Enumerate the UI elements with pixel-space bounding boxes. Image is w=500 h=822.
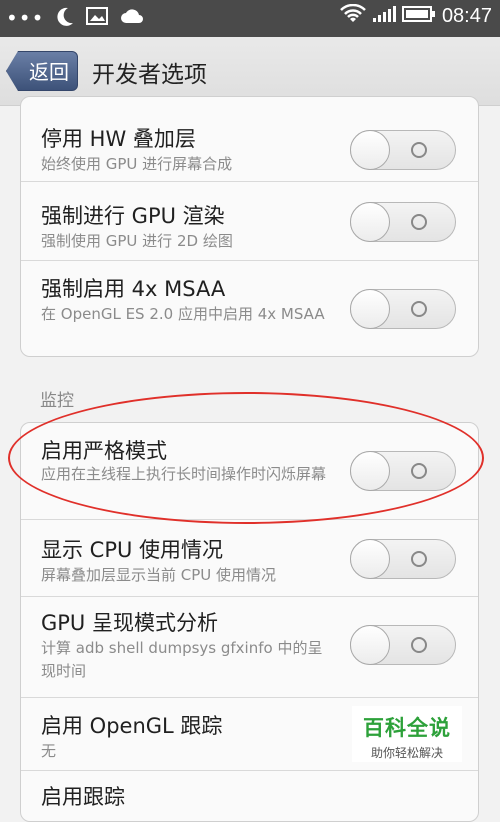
battery-icon <box>401 5 436 27</box>
clock: 08:47 <box>441 4 492 27</box>
wifi-icon <box>340 3 366 28</box>
toggle-switch[interactable] <box>350 625 456 665</box>
moon-icon <box>56 6 74 30</box>
toggle-knob <box>350 625 390 665</box>
watermark-logo: 百科全说 助你轻松解决 <box>352 706 462 762</box>
list-item-subtitle: 屏幕叠加层显示当前 CPU 使用情况 <box>41 566 277 584</box>
toggle-knob <box>350 202 390 242</box>
list-item-title: 启用 OpenGL 跟踪 <box>41 714 223 738</box>
list-item-title: 启用严格模式 <box>41 439 167 463</box>
cloud-icon <box>120 7 144 29</box>
list-item-subtitle: 无 <box>41 742 57 760</box>
list-item-subtitle: 强制使用 GPU 进行 2D 绘图 <box>41 232 233 250</box>
list-item-force-gpu-rendering[interactable]: 强制进行 GPU 渲染 强制使用 GPU 进行 2D 绘图 <box>21 182 478 261</box>
watermark-subtitle: 助你轻松解决 <box>370 746 443 760</box>
list-item-show-cpu-usage[interactable]: 显示 CPU 使用情况 屏幕叠加层显示当前 CPU 使用情况 <box>21 520 478 597</box>
status-bar-left: ••• <box>6 6 144 30</box>
section-header-monitoring: 监控 <box>40 391 74 411</box>
list-item-force-4x-msaa[interactable]: 强制启用 4x MSAA 在 OpenGL ES 2.0 应用中启用 4x MS… <box>21 261 478 356</box>
image-icon <box>86 7 109 29</box>
toggle-switch[interactable] <box>350 451 456 491</box>
list-item-title: 显示 CPU 使用情况 <box>41 538 224 562</box>
list-item-subtitle: 在 OpenGL ES 2.0 应用中启用 4x MSAA <box>41 305 325 323</box>
toggle-off-icon <box>411 214 427 230</box>
status-bar-right: 08:47 <box>340 3 492 28</box>
toggle-knob <box>350 451 390 491</box>
list-item-disable-hw-overlays[interactable]: 停用 HW 叠加层 始终使用 GPU 进行屏幕合成 <box>21 97 478 182</box>
list-item-strict-mode[interactable]: 启用严格模式 应用在主线程上执行长时间操作时闪烁屏幕 <box>21 423 478 520</box>
list-item-gpu-profile-rendering[interactable]: GPU 呈现模式分析 计算 adb shell dumpsys gfxinfo … <box>21 597 478 698</box>
rendering-settings-card: 停用 HW 叠加层 始终使用 GPU 进行屏幕合成 强制进行 GPU 渲染 强制… <box>20 96 479 357</box>
list-item-title: GPU 呈现模式分析 <box>41 611 218 635</box>
toggle-switch[interactable] <box>350 539 456 579</box>
list-item-title: 强制进行 GPU 渲染 <box>41 204 225 228</box>
toggle-knob <box>350 289 390 329</box>
toggle-switch[interactable] <box>350 130 456 170</box>
list-item-enable-traces[interactable]: 启用跟踪 <box>21 771 478 821</box>
watermark-title: 百科全说 <box>363 716 451 740</box>
page-title: 开发者选项 <box>92 62 207 88</box>
toggle-off-icon <box>411 551 427 567</box>
toggle-off-icon <box>411 637 427 653</box>
monitoring-settings-card: 启用严格模式 应用在主线程上执行长时间操作时闪烁屏幕 显示 CPU 使用情况 屏… <box>20 422 479 822</box>
status-bar: ••• 08:47 <box>0 0 500 37</box>
toggle-off-icon <box>411 463 427 479</box>
toggle-switch[interactable] <box>350 202 456 242</box>
toggle-off-icon <box>411 301 427 317</box>
toggle-knob <box>350 539 390 579</box>
toggle-switch[interactable] <box>350 289 456 329</box>
list-item-title: 停用 HW 叠加层 <box>41 127 196 151</box>
toggle-knob <box>350 130 390 170</box>
toggle-off-icon <box>411 142 427 158</box>
list-item-subtitle: 始终使用 GPU 进行屏幕合成 <box>41 155 233 173</box>
list-item-subtitle: 应用在主线程上执行长时间操作时闪烁屏幕 <box>41 465 327 483</box>
more-dots-icon: ••• <box>6 6 45 30</box>
signal-icon <box>372 5 396 27</box>
list-item-title: 启用跟踪 <box>41 785 125 809</box>
back-button[interactable]: 返回 <box>6 51 78 91</box>
list-item-subtitle: 计算 adb shell dumpsys gfxinfo 中的呈现时间 <box>41 639 323 680</box>
list-item-title: 强制启用 4x MSAA <box>41 277 226 301</box>
